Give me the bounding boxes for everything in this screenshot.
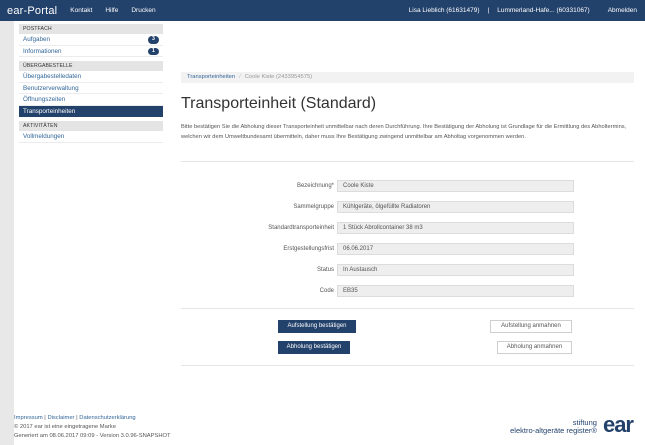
sidebar-item-oeffnungszeiten[interactable]: Öffnungszeiten — [19, 94, 163, 106]
sidebar-item-label: Informationen — [23, 47, 62, 55]
intro-text: Bitte bestätigen Sie die Abholung dieser… — [181, 124, 627, 140]
nav-drucken[interactable]: Drucken — [131, 7, 155, 14]
user-divider: | — [487, 7, 490, 14]
field-label: Bezeichnung* — [296, 183, 334, 189]
remind-setup-button[interactable]: Aufstellung anmahnen — [490, 320, 572, 333]
sidebar-item-uebergabestelledaten[interactable]: Übergabestelledaten — [19, 71, 163, 83]
impressum-link[interactable]: Impressum — [14, 415, 43, 421]
breadcrumb-parent[interactable]: Transporteinheiten — [187, 74, 235, 80]
divider — [181, 365, 634, 366]
field-row-erstgestellungsfrist: Erstgestellungsfrist 06.06.2017 — [181, 243, 581, 255]
user-name[interactable]: Lisa Lieblich (61631479) — [409, 7, 480, 14]
field-row-status: Status In Austausch — [181, 264, 581, 276]
ear-logo-mark: ear — [602, 412, 634, 437]
field-label: Erstgestellungsfrist — [283, 246, 334, 252]
brand-line-2: elektro-altgeräte register® — [510, 426, 597, 435]
confirm-setup-button[interactable]: Aufstellung bestätigen — [278, 320, 356, 333]
field-label: Code — [319, 288, 334, 294]
footer-separator: | — [76, 415, 78, 421]
field-label: Sammelgruppe — [293, 204, 334, 210]
field-row-standardtransporteinheit: Standardtransporteinheit 1 Stück Abrollc… — [181, 222, 581, 234]
brand-text: stiftung elektro-altgeräte register® — [510, 419, 597, 435]
company-name[interactable]: Lummerland-Hafe... (60331067) — [497, 7, 590, 14]
sidebar-item-vollmeldungen[interactable]: Vollmeldungen — [19, 131, 163, 143]
divider — [181, 161, 634, 162]
page-title: Transporteinheit (Standard) — [181, 95, 377, 112]
sidebar-item-label: Aufgaben — [23, 36, 50, 43]
remind-pickup-button[interactable]: Abholung anmahnen — [497, 341, 572, 354]
field-row-bezeichnung: Bezeichnung* Coole Kiste — [181, 180, 581, 192]
breadcrumb: Transporteinheiten / Coole Kiste (24339545… — [181, 72, 634, 83]
field-row-sammelgruppe: Sammelgruppe Kühlgeräte, ölgefüllte Radi… — [181, 201, 581, 213]
nav-kontakt[interactable]: Kontakt — [70, 7, 92, 14]
count-badge: 3 — [148, 36, 159, 44]
user-area: Lisa Lieblich (61631479) | Lummerland-Ha… — [401, 0, 637, 21]
brand-logo: stiftung elektro-altgeräte register® ear — [510, 411, 634, 437]
code-field: EB35 — [337, 285, 574, 297]
bezeichnung-field[interactable]: Coole Kiste — [337, 180, 574, 192]
count-badge: 1 — [148, 47, 159, 55]
standardtransporteinheit-field: 1 Stück Abrollcontainer 38 m3 — [337, 222, 574, 234]
status-field: In Austausch — [337, 264, 574, 276]
breadcrumb-separator: / — [239, 74, 241, 80]
sidebar-item-transporteinheiten[interactable]: Transporteinheiten — [19, 105, 163, 117]
logout-link[interactable]: Abmelden — [608, 7, 637, 14]
portal-logo[interactable]: ear-Portal — [7, 5, 57, 17]
field-label: Standardtransporteinheit — [268, 225, 334, 231]
sidebar: Postfach Aufgaben 3 Informationen 1 Über… — [19, 24, 163, 143]
footer-copyright: © 2017 ear ist eine eingetragene Marke — [14, 424, 116, 430]
sammelgruppe-field: Kühlgeräte, ölgefüllte Radiatoren — [337, 201, 574, 213]
top-navigation-bar: ear-Portal Kontakt Hilfe Drucken Lisa Li… — [0, 0, 645, 21]
sidebar-item-aufgaben[interactable]: Aufgaben 3 — [19, 34, 163, 46]
confirm-pickup-button[interactable]: Abholung bestätigen — [278, 341, 350, 354]
sidebar-header-aktivitaeten: Aktivitäten — [19, 121, 163, 131]
divider — [181, 308, 634, 309]
field-label: Status — [316, 267, 334, 273]
footer-generated: Generiert am 08.06.2017 09:09 - Version … — [14, 433, 171, 439]
sidebar-header-postfach: Postfach — [19, 24, 163, 34]
sidebar-item-benutzerverwaltung[interactable]: Benutzerverwaltung — [19, 83, 163, 94]
sidebar-item-informationen[interactable]: Informationen 1 — [19, 46, 163, 57]
datenschutz-link[interactable]: Datenschutzerklärung — [79, 415, 135, 421]
nav-hilfe[interactable]: Hilfe — [105, 7, 118, 14]
footer-separator: | — [44, 415, 46, 421]
sidebar-header-uebergabestelle: Übergabestelle — [19, 61, 163, 71]
breadcrumb-current: Coole Kiste (2433954575) — [244, 74, 313, 80]
erstgestellungsfrist-field: 06.06.2017 — [337, 243, 574, 255]
footer-links: Impressum | Disclaimer | Datenschutzerkl… — [14, 415, 136, 421]
disclaimer-link[interactable]: Disclaimer — [47, 415, 74, 421]
field-row-code: Code EB35 — [181, 285, 581, 297]
